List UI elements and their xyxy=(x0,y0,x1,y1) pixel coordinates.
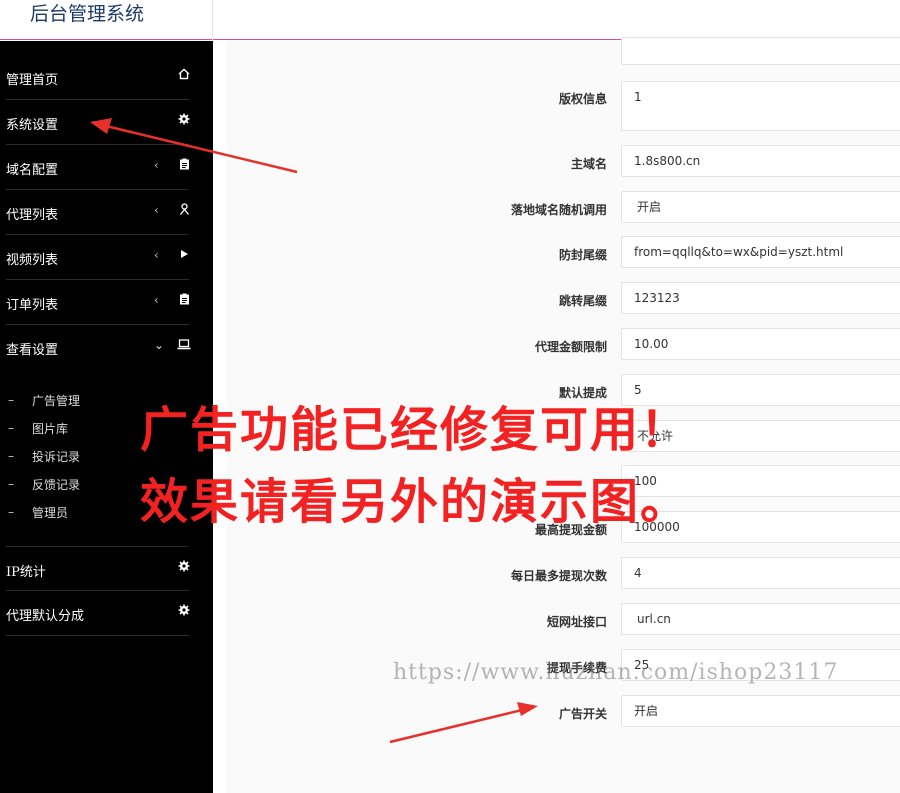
watermark: https://www.huzhan.com/ishop23117 xyxy=(393,660,839,685)
chevron-down-icon: ⌄ xyxy=(154,338,165,352)
sidebar-item-view-settings[interactable]: 查看设置 ⌄ xyxy=(6,325,191,370)
sidebar-item-label: 管理首页 xyxy=(6,73,59,88)
submenu-label: 管理员 xyxy=(32,505,69,520)
dash-icon: – xyxy=(8,477,14,491)
sidebar-item-home[interactable]: 管理首页 xyxy=(6,55,191,100)
text-field[interactable] xyxy=(621,37,900,65)
gear-icon xyxy=(177,559,191,573)
chevron-left-icon: ‹ xyxy=(154,293,159,307)
main-domain-input[interactable]: 1.8s800.cn xyxy=(621,145,900,177)
laptop-icon xyxy=(177,337,191,351)
top-bar: 后台管理系统 xyxy=(0,0,900,40)
field-label: 跳转尾缀 xyxy=(558,294,607,308)
sidebar-item-label: 查看设置 xyxy=(6,343,59,358)
clipboard-icon xyxy=(177,157,191,171)
sidebar-item-label: 代理列表 xyxy=(6,208,59,223)
sidebar-item-label: IP统计 xyxy=(6,565,46,580)
sidebar-item-order-list[interactable]: 订单列表 ‹ xyxy=(6,280,189,325)
home-icon xyxy=(177,67,191,81)
sidebar-item-video-list[interactable]: 视频列表 ‹ xyxy=(6,235,189,280)
sidebar-item-agent-list[interactable]: 代理列表 ‹ xyxy=(6,190,189,235)
submenu-label: 广告管理 xyxy=(32,393,81,408)
daily-withdraw-count-input[interactable]: 4 xyxy=(621,557,900,589)
copyright-textarea[interactable]: 1 xyxy=(621,81,900,131)
field-label: 主域名 xyxy=(570,157,607,171)
submenu-label: 反馈记录 xyxy=(32,477,81,492)
sidebar-item-label: 订单列表 xyxy=(6,298,59,313)
sidebar-item-domain-config[interactable]: 域名配置 ‹ xyxy=(6,145,189,190)
field-label: 版权信息 xyxy=(558,92,607,106)
clipboard-icon xyxy=(177,292,191,306)
field-label: 每日最多提现次数 xyxy=(510,569,607,583)
agent-amount-limit-input[interactable]: 10.00 xyxy=(621,328,900,360)
field-label: 落地域名随机调用 xyxy=(510,203,607,217)
submenu-label: 投诉记录 xyxy=(32,449,81,464)
gear-icon xyxy=(177,112,191,126)
submenu-label: 图片库 xyxy=(32,421,69,436)
sidebar-item-label: 域名配置 xyxy=(6,163,59,178)
short-url-api-select[interactable]: url.cn xyxy=(621,603,900,635)
chevron-left-icon: ‹ xyxy=(154,248,159,262)
dash-icon: – xyxy=(8,393,14,407)
sidebar-item-label: 代理默认分成 xyxy=(6,609,85,624)
sidebar-item-ip-stats[interactable]: IP统计 xyxy=(6,546,191,591)
anti-block-suffix-input[interactable]: from=qqllq&to=wx&pid=yszt.html xyxy=(621,236,900,268)
landing-random-select[interactable]: 开启 xyxy=(621,191,900,223)
app-title: 后台管理系统 xyxy=(0,0,213,40)
field-label: 广告开关 xyxy=(558,707,607,721)
sidebar-item-label: 系统设置 xyxy=(6,118,59,133)
sidebar-item-agent-commission[interactable]: 代理默认分成 xyxy=(6,591,191,636)
dash-icon: – xyxy=(8,449,14,463)
field-label: 代理金额限制 xyxy=(534,340,607,354)
overlay-caption-line1: 广告功能已经修复可用！ xyxy=(140,402,691,458)
field-label: 短网址接口 xyxy=(546,615,607,629)
gear-icon xyxy=(177,603,191,617)
sidebar-item-system-settings[interactable]: 系统设置 xyxy=(6,100,191,145)
dash-icon: – xyxy=(8,505,14,519)
sidebar-item-label: 视频列表 xyxy=(6,253,59,268)
redirect-suffix-input[interactable]: 123123 xyxy=(621,282,900,314)
play-icon xyxy=(177,247,191,261)
overlay-caption-line2: 效果请看另外的演示图。 xyxy=(140,474,691,530)
chevron-left-icon: ‹ xyxy=(154,158,159,172)
dash-icon: – xyxy=(8,421,14,435)
ad-switch-select[interactable]: 开启 xyxy=(621,695,900,727)
chevron-left-icon: ‹ xyxy=(154,203,159,217)
field-label: 防封尾缀 xyxy=(558,248,607,262)
user-icon xyxy=(177,202,191,216)
